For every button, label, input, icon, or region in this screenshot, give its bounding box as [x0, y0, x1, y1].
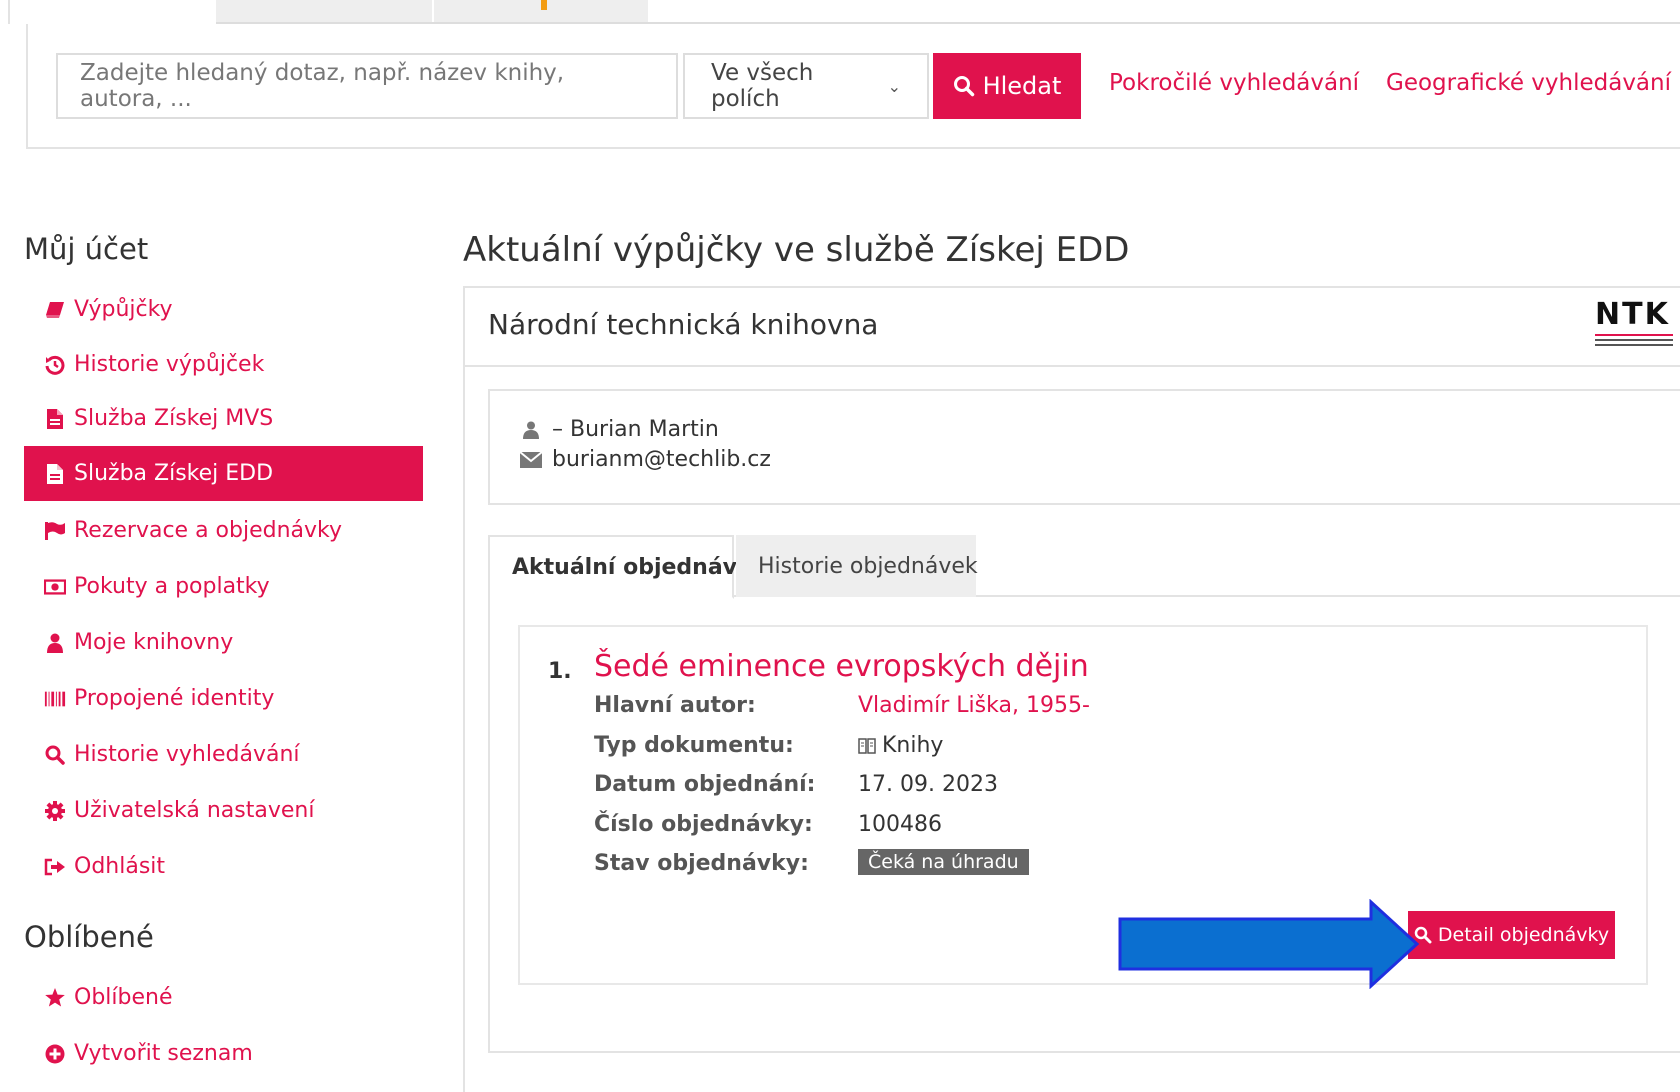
- sidebar-item-logout[interactable]: Odhlásit: [24, 839, 423, 894]
- book-icon: [858, 737, 876, 754]
- library-logo-text: NTK: [1595, 297, 1670, 332]
- divider: [8, 0, 10, 24]
- sidebar-item-loan-history[interactable]: Historie výpůjček: [24, 337, 423, 392]
- money-icon: [44, 578, 66, 596]
- top-tab-stub[interactable]: [216, 0, 434, 24]
- gear-icon: [44, 800, 66, 821]
- sidebar-item-loans[interactable]: Výpůjčky: [24, 282, 423, 337]
- library-panel-header: Národní technická knihovna NTK: [465, 288, 1680, 367]
- chevron-down-icon: ⌄: [887, 76, 901, 96]
- flag-icon: [44, 521, 66, 541]
- sidebar-item-mvs[interactable]: Služba Získej MVS: [24, 391, 423, 446]
- sidebar-item-settings[interactable]: Uživatelská nastavení: [24, 783, 423, 838]
- sidebar-item-label: Odhlásit: [74, 854, 166, 879]
- search-button[interactable]: Hledat: [933, 53, 1081, 119]
- field-label: Typ dokumentu:: [594, 733, 794, 758]
- file-icon: [44, 408, 66, 430]
- top-tab-strip: [0, 0, 1680, 24]
- user-email-line: burianm@techlib.cz: [520, 447, 771, 472]
- sidebar-item-label: Služba Získej EDD: [74, 461, 274, 486]
- tab-current-orders[interactable]: Aktuální objednávky: [488, 535, 766, 599]
- order-card: 1. Šedé eminence evropských dějin Hlavní…: [518, 625, 1648, 985]
- user-icon: [520, 421, 542, 439]
- logo-stripe: [1595, 344, 1673, 346]
- sidebar-item-label: Vytvořit seznam: [74, 1041, 253, 1066]
- sidebar-item-label: Moje knihovny: [74, 630, 234, 655]
- order-status: Čeká na úhradu: [858, 849, 1029, 875]
- sidebar-item-label: Oblíbené: [74, 985, 173, 1010]
- order-number: 100486: [858, 812, 942, 837]
- library-name: Národní technická knihovna: [488, 308, 879, 341]
- plus-circle-icon: [44, 1044, 66, 1064]
- field-label: Hlavní autor:: [594, 693, 756, 718]
- search-button-label: Hledat: [982, 72, 1062, 100]
- field-label: Stav objednávky:: [594, 851, 809, 876]
- sidebar-item-search-history[interactable]: Historie vyhledávání: [24, 727, 423, 782]
- user-icon: [44, 633, 66, 653]
- order-tabs: Aktuální objednávky Historie objednávek: [488, 535, 1680, 599]
- search-icon: [953, 76, 974, 97]
- active-tab-marker: [541, 0, 547, 10]
- sidebar-item-label: Propojené identity: [74, 686, 275, 711]
- logo-stripes: [1595, 334, 1675, 346]
- user-email: burianm@techlib.cz: [552, 447, 771, 472]
- sidebar-item-label: Historie výpůjček: [74, 352, 265, 377]
- logo-stripe: [1595, 339, 1673, 341]
- document-type-value: Knihy: [882, 733, 944, 758]
- file-icon: [44, 463, 66, 485]
- user-info-box: – Burian Martin burianm@techlib.cz: [488, 389, 1680, 505]
- sidebar-item-favorites[interactable]: Oblíbené: [24, 970, 423, 1025]
- page-title: Aktuální výpůjčky ve službě Získej EDD: [463, 230, 1130, 270]
- document-type: Knihy: [858, 733, 943, 758]
- sidebar-item-reservations[interactable]: Rezervace a objednávky: [24, 503, 423, 558]
- search-placeholder: Zadejte hledaný dotaz, např. název knihy…: [80, 60, 565, 112]
- field-label: Číslo objednávky:: [594, 812, 813, 837]
- author-link[interactable]: Vladimír Liška, 1955-: [858, 693, 1090, 718]
- search-icon: [44, 745, 66, 765]
- sidebar-item-edd[interactable]: Služba Získej EDD: [24, 446, 423, 501]
- search-scope-value: Ve všech polích: [711, 60, 814, 112]
- sidebar-item-label: Historie vyhledávání: [74, 742, 300, 767]
- tab-order-history[interactable]: Historie objednávek: [736, 535, 978, 597]
- barcode-icon: [44, 690, 66, 708]
- sidebar-item-create-list[interactable]: Vytvořit seznam: [24, 1026, 423, 1081]
- library-logo: NTK: [1595, 300, 1675, 350]
- order-detail-button[interactable]: Detail objednávky: [1408, 911, 1615, 959]
- history-icon: [44, 355, 66, 375]
- advanced-search-link[interactable]: Pokročilé vyhledávání: [1109, 70, 1359, 96]
- logo-stripe: [1595, 334, 1673, 336]
- search-input[interactable]: Zadejte hledaný dotaz, např. název knihy…: [56, 53, 678, 119]
- sidebar-item-label: Výpůjčky: [74, 297, 173, 322]
- envelope-icon: [520, 451, 542, 468]
- annotation-arrow: [1118, 899, 1420, 989]
- geographic-search-link[interactable]: Geografické vyhledávání: [1386, 70, 1671, 96]
- account-heading: Můj účet: [24, 232, 149, 266]
- book-icon: [44, 301, 66, 319]
- order-title-link[interactable]: Šedé eminence evropských dějin: [594, 649, 1089, 684]
- order-date: 17. 09. 2023: [858, 772, 998, 797]
- field-label: Datum objednání:: [594, 772, 816, 797]
- tab-content: 1. Šedé eminence evropských dějin Hlavní…: [488, 597, 1680, 1053]
- star-icon: [44, 987, 66, 1008]
- sign-out-icon: [44, 858, 66, 876]
- sidebar-item-label: Pokuty a poplatky: [74, 574, 270, 599]
- search-scope-select[interactable]: Ve všech polích ⌄: [683, 53, 929, 119]
- sidebar-item-libraries[interactable]: Moje knihovny: [24, 615, 423, 670]
- order-detail-label: Detail objednávky: [1437, 924, 1610, 946]
- order-index: 1.: [548, 659, 572, 684]
- favorites-heading: Oblíbené: [24, 920, 154, 954]
- sidebar-item-label: Rezervace a objednávky: [74, 518, 343, 543]
- sidebar-item-identities[interactable]: Propojené identity: [24, 671, 423, 726]
- sidebar-item-label: Služba Získej MVS: [74, 406, 274, 431]
- library-panel: Národní technická knihovna NTK – Burian …: [463, 286, 1680, 1092]
- user-name-line: – Burian Martin: [520, 417, 719, 442]
- sidebar-item-label: Uživatelská nastavení: [74, 798, 315, 823]
- sidebar-item-fines[interactable]: Pokuty a poplatky: [24, 559, 423, 614]
- status-badge: Čeká na úhradu: [858, 849, 1029, 875]
- user-name: – Burian Martin: [552, 417, 719, 442]
